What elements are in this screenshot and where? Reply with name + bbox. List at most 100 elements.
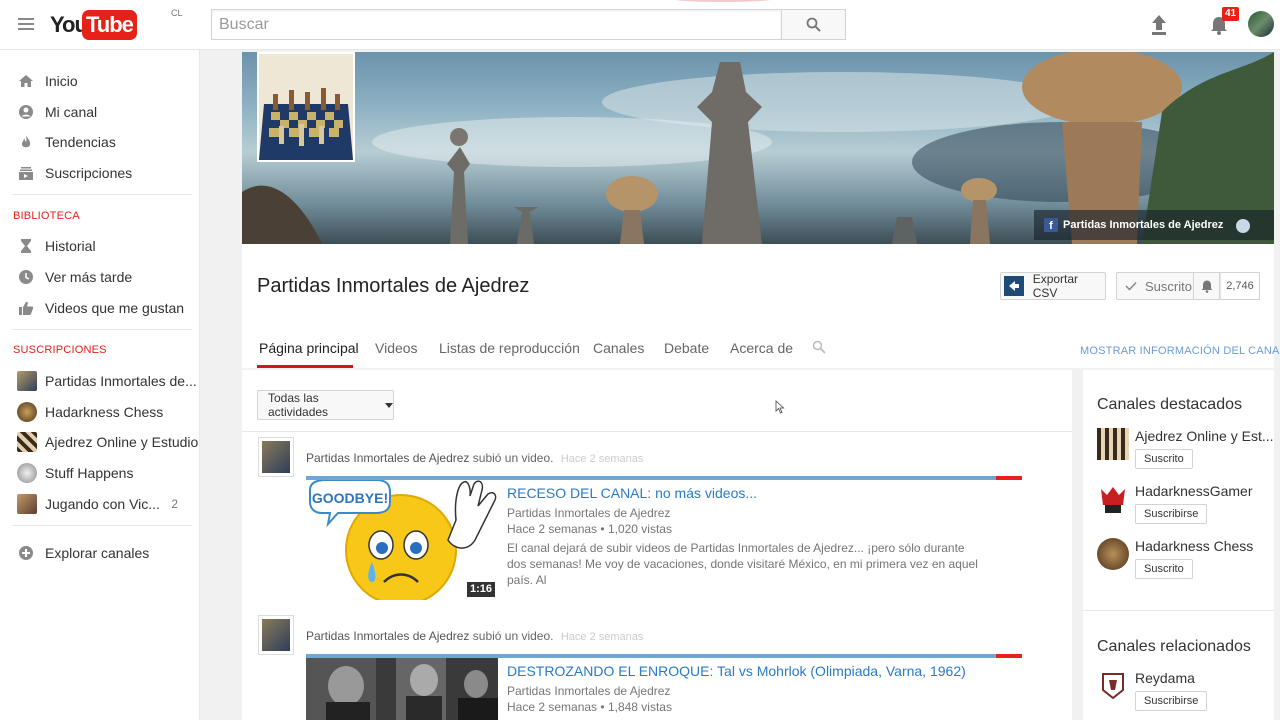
- sidebar-item-label: Ver más tarde: [45, 269, 133, 285]
- show-channel-info-link[interactable]: MOSTRAR INFORMACIÓN DEL CANAL: [1080, 345, 1280, 357]
- globe-icon[interactable]: [1236, 219, 1250, 233]
- sidebar-sub-stuff-happens[interactable]: Stuff Happens: [0, 458, 200, 488]
- video-byline[interactable]: Partidas Inmortales de Ajedrez: [507, 506, 670, 520]
- featured-channels-title: Canales destacados: [1097, 396, 1242, 413]
- section-title-suscripciones: SUSCRIPCIONES: [13, 344, 107, 356]
- video-byline[interactable]: Partidas Inmortales de Ajedrez: [507, 684, 670, 698]
- top-bar: You Tube CL 41: [0, 0, 1280, 50]
- chess-players-thumbnail-art: [306, 658, 498, 720]
- featured-channel-name[interactable]: Hadarkness Chess: [1135, 538, 1253, 554]
- hourglass-icon: [18, 238, 34, 254]
- search-icon: [806, 17, 821, 32]
- divider: [12, 194, 192, 195]
- section-title-biblioteca: BIBLIOTECA: [13, 210, 80, 222]
- tab-videos[interactable]: Videos: [375, 340, 418, 356]
- video-meta: Hace 2 semanas • 1,848 vistas: [507, 700, 672, 714]
- tab-debate[interactable]: Debate: [664, 340, 709, 356]
- sidebar-sub-jugando[interactable]: Jugando con Vic... 2: [0, 489, 200, 519]
- menu-icon[interactable]: [18, 18, 34, 30]
- channel-header: f Partidas Inmortales de Ajedrez Partida…: [242, 52, 1280, 368]
- sidebar-item-historial[interactable]: Historial: [0, 231, 200, 261]
- video-description: El canal dejará de subir videos de Parti…: [507, 541, 978, 587]
- featured-channel-name[interactable]: Ajedrez Online y Est...: [1135, 428, 1274, 444]
- flame-icon: [18, 134, 34, 150]
- video-thumbnail[interactable]: GOODBYE! 1:16: [306, 480, 498, 600]
- sidebar-item-explorar[interactable]: Explorar canales: [0, 538, 200, 568]
- channel-avatar: [17, 463, 37, 483]
- sidebar-item-mi-canal[interactable]: Mi canal: [0, 97, 200, 127]
- bell-icon: [1201, 280, 1212, 293]
- sidebar-item-label: Stuff Happens: [45, 465, 134, 481]
- sidebar-item-videos-que-me-gustan[interactable]: Videos que me gustan: [0, 293, 200, 323]
- subscribe-button[interactable]: Suscribirse: [1135, 504, 1208, 524]
- search-box[interactable]: [211, 9, 782, 40]
- sidebar-item-suscripciones[interactable]: Suscripciones: [0, 158, 200, 188]
- activity-filter-dropdown[interactable]: Todas las actividades: [257, 390, 394, 420]
- sidebar: Inicio Mi canal Tendencias Suscripciones…: [0, 50, 200, 720]
- channel-avatar[interactable]: [1097, 670, 1129, 702]
- video-duration: 1:16: [466, 582, 495, 597]
- subscribe-button[interactable]: Suscribirse: [1135, 691, 1208, 711]
- facebook-link[interactable]: f Partidas Inmortales de Ajedrez: [1034, 210, 1274, 240]
- subscriber-count: 2,746: [1220, 272, 1260, 300]
- related-channel-name[interactable]: Reydama: [1135, 670, 1195, 686]
- channel-avatar[interactable]: [1097, 428, 1129, 460]
- video-thumbnail[interactable]: [306, 658, 498, 720]
- user-avatar[interactable]: [1248, 11, 1274, 37]
- related-channels-title: Canales relacionados: [1097, 638, 1251, 655]
- video-age: Hace 2 semanas: [507, 700, 598, 714]
- activity-channel-avatar[interactable]: [258, 615, 294, 655]
- sidebar-item-ver-mas-tarde[interactable]: Ver más tarde: [0, 262, 200, 292]
- search-button[interactable]: [781, 9, 846, 40]
- sidebar-item-label: Partidas Inmortales de...: [45, 373, 197, 389]
- logo-text-tube: Tube: [82, 10, 137, 40]
- subscribed-button[interactable]: Suscrito: [1135, 449, 1193, 469]
- sidebar-item-label: Suscripciones: [45, 165, 133, 181]
- notification-badge: 41: [1222, 7, 1240, 21]
- sidebar-item-label: Mi canal: [45, 104, 98, 120]
- sidebar-item-tendencias[interactable]: Tendencias: [0, 127, 200, 157]
- activity-channel-link[interactable]: Partidas Inmortales de Ajedrez: [306, 629, 469, 643]
- search-icon[interactable]: [812, 340, 826, 354]
- activity-feed: Todas las actividades Partidas Inmortale…: [242, 370, 1072, 720]
- plus-circle-icon: [18, 545, 34, 561]
- upload-icon[interactable]: [1148, 13, 1170, 37]
- filter-label: Todas las actividades: [268, 391, 329, 419]
- tab-listas[interactable]: Listas de reproducción: [439, 340, 580, 356]
- sidebar-item-label: Jugando con Vic...: [45, 496, 160, 512]
- thumbs-up-icon: [18, 300, 34, 316]
- facebook-icon: f: [1044, 218, 1058, 232]
- channel-avatar: [17, 371, 37, 391]
- sidebar-item-inicio[interactable]: Inicio: [0, 66, 200, 96]
- activity-channel-avatar[interactable]: [258, 437, 294, 477]
- subscribed-label: Suscrito: [1145, 278, 1192, 294]
- search-input[interactable]: [212, 10, 781, 39]
- channel-avatar[interactable]: [1097, 483, 1129, 515]
- tab-canales[interactable]: Canales: [593, 340, 644, 356]
- channel-avatar[interactable]: [1097, 538, 1129, 570]
- divider: [12, 329, 192, 330]
- sidebar-item-label: Historial: [45, 238, 96, 254]
- video-title-link[interactable]: DESTROZANDO EL ENROQUE: Tal vs Mohrlok (…: [507, 663, 966, 679]
- notification-settings-button[interactable]: [1194, 272, 1220, 300]
- activity-action: subió un video.: [472, 629, 554, 643]
- mouse-cursor-icon: [775, 400, 785, 414]
- facebook-link-label: Partidas Inmortales de Ajedrez: [1063, 219, 1224, 231]
- sidebar-sub-partidas[interactable]: Partidas Inmortales de...: [0, 366, 200, 396]
- subscribed-button[interactable]: Suscrito: [1135, 559, 1193, 579]
- sidebar-sub-hadarkness[interactable]: Hadarkness Chess: [0, 397, 200, 427]
- video-title-link[interactable]: RECESO DEL CANAL: no más videos...: [507, 485, 757, 501]
- export-csv-button[interactable]: Exportar CSV: [1000, 272, 1106, 300]
- subscribed-button[interactable]: Suscrito: [1116, 272, 1194, 300]
- video-age: Hace 2 semanas: [507, 522, 598, 536]
- dot-separator: •: [600, 700, 608, 714]
- activity-line: Partidas Inmortales de Ajedrez subió un …: [306, 451, 643, 465]
- activity-channel-link[interactable]: Partidas Inmortales de Ajedrez: [306, 451, 469, 465]
- region-label: CL: [171, 8, 183, 18]
- channel-avatar: [17, 494, 37, 514]
- featured-channel-name[interactable]: HadarknessGamer: [1135, 483, 1253, 499]
- sidebar-sub-ajedrez-online[interactable]: Ajedrez Online y Estudio: [0, 427, 200, 457]
- video-meta: Hace 2 semanas • 1,020 vistas: [507, 522, 672, 536]
- tab-pagina-principal[interactable]: Página principal: [259, 340, 359, 356]
- tab-acerca-de[interactable]: Acerca de: [730, 340, 793, 356]
